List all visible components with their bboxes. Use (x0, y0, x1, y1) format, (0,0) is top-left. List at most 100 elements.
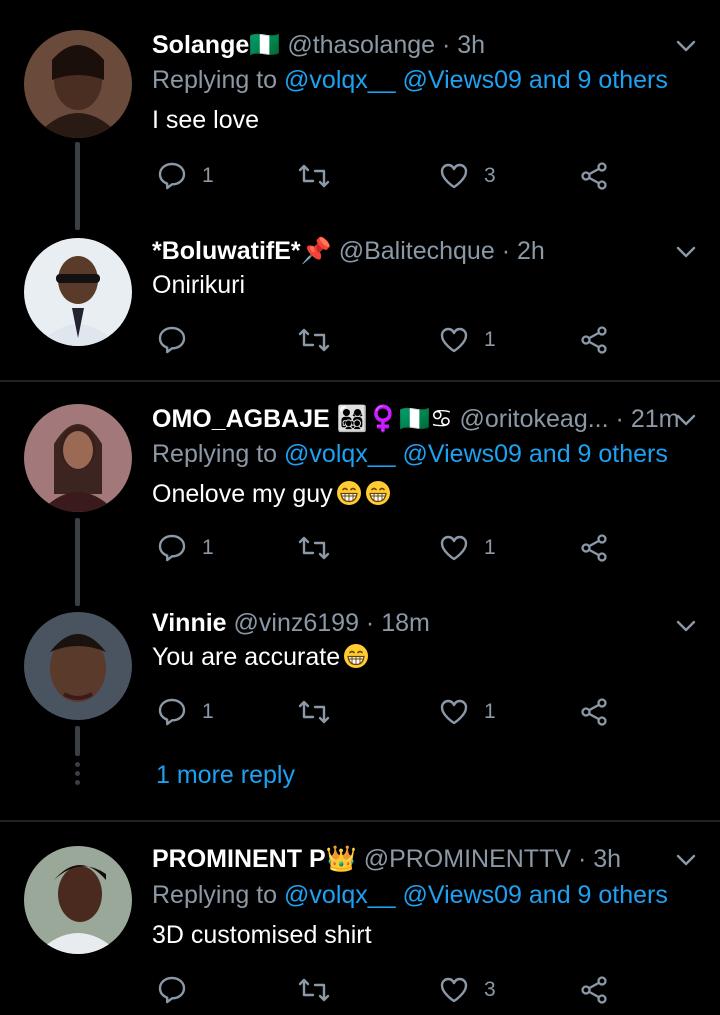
like-count: 1 (484, 328, 496, 351)
reply-icon (156, 160, 188, 192)
replying-to: Replying to @volqx__ @Views09 and 9 othe… (152, 65, 668, 95)
like-icon (438, 696, 470, 728)
display-name[interactable]: PROMINENT P👑 (152, 845, 357, 873)
tweet-text-content: You are accurate (152, 643, 341, 671)
share-icon (578, 974, 610, 1006)
avatar[interactable] (24, 846, 132, 954)
chevron-down-icon[interactable] (672, 612, 700, 640)
chevron-down-icon[interactable] (672, 406, 700, 434)
retweet-icon (296, 324, 332, 356)
share-icon (578, 324, 610, 356)
reply-button[interactable] (156, 970, 202, 1010)
tweet-text: You are accurate (152, 642, 369, 672)
separator-dot: · (365, 609, 375, 637)
display-name[interactable]: *BoluwatifE*📌 (152, 237, 332, 265)
tweet-actions: 3 (152, 970, 632, 1010)
user-handle: @vinz6199 (233, 609, 359, 637)
like-count: 1 (484, 536, 496, 559)
like-icon (438, 160, 470, 192)
tweet-text: Onelove my guy (152, 479, 391, 509)
tweet-actions: 1 (152, 320, 632, 360)
replying-prefix: Replying to (152, 66, 285, 94)
like-button[interactable]: 3 (438, 970, 496, 1010)
share-icon (578, 696, 610, 728)
replying-to: Replying to @volqx__ @Views09 and 9 othe… (152, 880, 668, 910)
tweet-text-content: Onelove my guy (152, 480, 333, 508)
chevron-down-icon[interactable] (672, 846, 700, 874)
share-button[interactable] (578, 156, 610, 196)
retweet-button[interactable] (296, 528, 332, 568)
timestamp: 3h (457, 31, 486, 59)
retweet-button[interactable] (296, 692, 332, 732)
reply-icon (156, 696, 188, 728)
avatar[interactable] (24, 30, 132, 138)
thread-line (75, 518, 80, 606)
tweet-text: 3D customised shirt (152, 921, 372, 949)
chevron-down-icon[interactable] (672, 238, 700, 266)
tweet-actions: 1 1 (152, 692, 632, 732)
retweet-icon (296, 532, 332, 564)
grin-emoji-icon (343, 643, 369, 669)
like-button[interactable]: 3 (438, 156, 496, 196)
retweet-icon (296, 696, 332, 728)
replying-mentions[interactable]: @volqx__ @Views09 and 9 others (284, 440, 668, 468)
share-icon (578, 160, 610, 192)
separator-dot: · (615, 405, 624, 433)
display-name[interactable]: OMO_AGBAJE 👨‍👩‍👧‍👦♀️🇳🇬♋ (152, 405, 453, 433)
replying-prefix: Replying to (152, 881, 285, 909)
replying-prefix: Replying to (152, 440, 285, 468)
divider (0, 820, 720, 822)
like-button[interactable]: 1 (438, 320, 496, 360)
divider (0, 380, 720, 382)
thread-line (75, 726, 80, 756)
user-handle: @PROMINENTTV (363, 845, 572, 873)
retweet-button[interactable] (296, 970, 332, 1010)
reply-icon (156, 532, 188, 564)
thread-dots (75, 762, 80, 789)
like-count: 3 (484, 164, 496, 187)
grin-emoji-icon (336, 480, 362, 506)
tweet-text: Onirikuri (152, 271, 246, 299)
share-button[interactable] (578, 528, 610, 568)
share-button[interactable] (578, 320, 610, 360)
reply-count: 1 (202, 536, 214, 559)
like-icon (438, 532, 470, 564)
avatar[interactable] (24, 404, 132, 512)
timestamp: 2h (516, 237, 545, 265)
replying-mentions[interactable]: @volqx__ @Views09 and 9 others (284, 66, 668, 94)
share-button[interactable] (578, 970, 610, 1010)
reply-icon (156, 324, 188, 356)
like-icon (438, 974, 470, 1006)
display-name[interactable]: Solange🇳🇬 (152, 31, 280, 59)
separator-dot: · (501, 237, 511, 265)
reply-icon (156, 974, 188, 1006)
tweet-actions: 1 1 (152, 528, 632, 568)
reply-button[interactable]: 1 (156, 692, 214, 732)
retweet-icon (296, 974, 332, 1006)
avatar[interactable] (24, 612, 132, 720)
retweet-button[interactable] (296, 156, 332, 196)
timestamp: 3h (593, 845, 622, 873)
replying-mentions[interactable]: @volqx__ @Views09 and 9 others (284, 881, 668, 909)
separator-dot: · (577, 845, 587, 873)
share-button[interactable] (578, 692, 610, 732)
avatar[interactable] (24, 238, 132, 346)
reply-button[interactable]: 1 (156, 528, 214, 568)
like-button[interactable]: 1 (438, 528, 496, 568)
separator-dot: · (442, 31, 451, 59)
like-button[interactable]: 1 (438, 692, 496, 732)
like-count: 1 (484, 700, 496, 723)
reply-button[interactable] (156, 320, 202, 360)
retweet-button[interactable] (296, 320, 332, 360)
more-replies-link[interactable]: 1 more reply (156, 760, 295, 790)
thread-line (75, 142, 80, 230)
replying-to: Replying to @volqx__ @Views09 and 9 othe… (152, 439, 668, 469)
chevron-down-icon[interactable] (672, 32, 700, 60)
like-icon (438, 324, 470, 356)
user-handle: @Balitechque (338, 237, 495, 265)
reply-button[interactable]: 1 (156, 156, 214, 196)
retweet-icon (296, 160, 332, 192)
share-icon (578, 532, 610, 564)
tweet-text: I see love (152, 106, 260, 134)
display-name[interactable]: Vinnie (152, 609, 227, 637)
